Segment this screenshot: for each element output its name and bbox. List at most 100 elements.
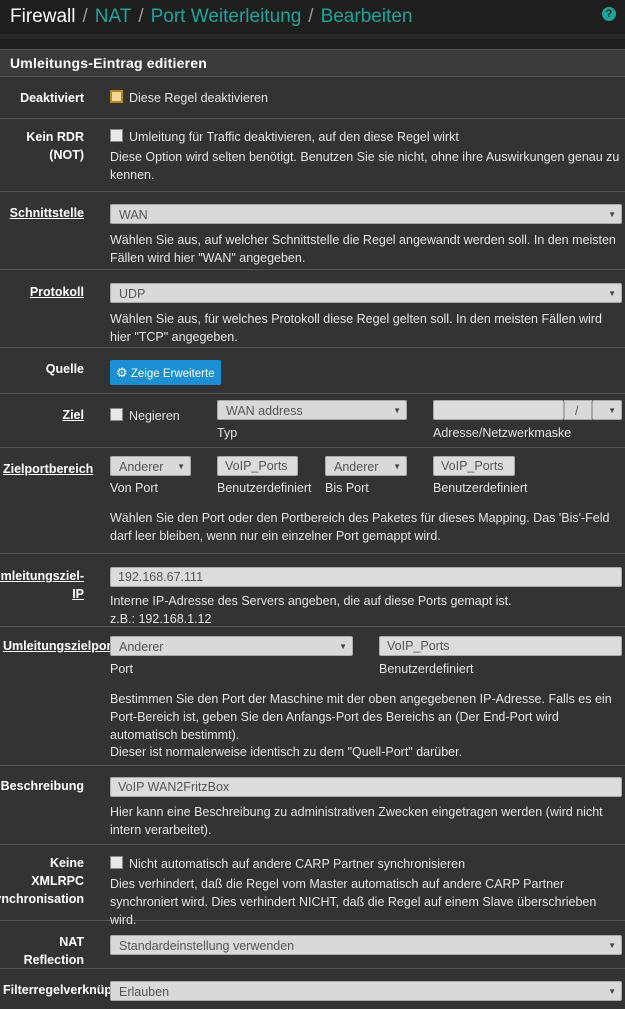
- row-protocol: Protokoll UDP ▼ Wählen Sie aus, für welch…: [0, 270, 625, 348]
- label-nosync-line2: XMLRPC: [31, 874, 84, 888]
- row-targetport: Umleitungszielport Anderer ▼ VoIP_Ports P…: [0, 627, 625, 766]
- breadcrumb-separator: /: [138, 6, 144, 27]
- protocol-value: UDP: [119, 287, 146, 301]
- targetport-select[interactable]: Anderer ▼: [110, 636, 353, 656]
- destination-invert-checkbox[interactable]: [110, 408, 123, 421]
- label-destination: Ziel: [62, 408, 84, 422]
- chevron-down-icon: ▼: [393, 406, 401, 415]
- targetport-custom-input[interactable]: VoIP_Ports: [379, 636, 622, 656]
- targetip-input[interactable]: 192.168.67.111: [110, 567, 622, 587]
- nordr-checkbox[interactable]: [110, 129, 123, 142]
- nordr-help: Diese Option wird selten benötigt. Benut…: [110, 150, 620, 182]
- filterrule-select[interactable]: Erlauben ▼: [110, 981, 622, 1001]
- top-bar: Firewall / NAT / Port Weiterleitung / Bearbeit…: [0, 0, 625, 34]
- label-dstport: Zielportbereich: [3, 462, 94, 476]
- natreflection-group: Standardeinstellung verwenden ▼: [110, 935, 622, 955]
- dstport-from-value: Anderer: [119, 460, 164, 474]
- targetip-group: 192.168.67.111 Interne IP-Adresse des Se…: [110, 567, 622, 628]
- show-advanced-button[interactable]: ⚙ Zeige Erweiterte: [110, 360, 221, 385]
- destination-type-value: WAN address: [226, 404, 303, 418]
- nordr-checkbox-label: Umleitung für Traffic deaktivieren, auf …: [129, 130, 459, 144]
- row-natreflection: NAT Reflection Standardeinstellung verwe…: [0, 921, 625, 969]
- disabled-checkbox-label: Diese Regel deaktivieren: [129, 91, 268, 105]
- dstport-to-custom-label: Benutzerdefiniert: [433, 481, 528, 495]
- label-disabled: Deaktiviert: [20, 91, 84, 105]
- descr-input[interactable]: VoIP WAN2FritzBox: [110, 777, 622, 797]
- protocol-help: Wählen Sie aus, für welches Protokoll di…: [110, 312, 602, 344]
- chevron-down-icon: ▼: [608, 210, 616, 219]
- label-targetip-line2: IP: [72, 587, 84, 601]
- label-nosync: Keine XMLRPC Synchronisation: [0, 854, 84, 908]
- nordr-group: Umleitung für Traffic deaktivieren, auf …: [110, 128, 622, 184]
- destination-slash: /: [564, 400, 592, 420]
- row-dstport: Zielportbereich Anderer ▼ VoIP_Ports Ande…: [0, 448, 625, 554]
- disabled-checkbox[interactable]: [110, 90, 123, 103]
- chevron-down-icon: ▼: [608, 406, 616, 415]
- natreflection-select[interactable]: Standardeinstellung verwenden ▼: [110, 935, 622, 955]
- chevron-down-icon: ▼: [608, 987, 616, 996]
- label-natreflection-line1: NAT: [59, 935, 84, 949]
- label-nosync-line1: Keine: [49, 856, 84, 870]
- targetport-value: Anderer: [119, 640, 164, 654]
- gear-icon: ⚙: [116, 365, 128, 380]
- row-interface: Schnittstelle WAN ▼ Wählen Sie aus, auf w…: [0, 192, 625, 270]
- descr-help: Hier kann eine Beschreibung zu administr…: [110, 805, 603, 837]
- label-natreflection: NAT Reflection: [0, 933, 84, 969]
- label-natreflection-line2: Reflection: [23, 953, 84, 967]
- breadcrumb-nat[interactable]: NAT: [95, 6, 132, 27]
- breadcrumb-port-forward[interactable]: Port Weiterleitung: [151, 6, 302, 27]
- label-targetip-line1: Umleitungsziel-: [0, 569, 84, 583]
- dstport-help: Wählen Sie den Port oder den Portbereich…: [110, 511, 610, 543]
- dstport-from-label: Von Port: [110, 481, 158, 495]
- interface-help: Wählen Sie aus, auf welcher Schnittstell…: [110, 233, 616, 265]
- dstport-from-custom-label: Benutzerdefiniert: [217, 481, 312, 495]
- label-interface: Schnittstelle: [9, 206, 84, 220]
- label-nordr-line1: Kein RDR: [26, 130, 84, 144]
- destination-mask-select[interactable]: ▼: [592, 400, 622, 420]
- dstport-to-select[interactable]: Anderer ▼: [325, 456, 407, 476]
- breadcrumb-separator: /: [82, 6, 88, 27]
- row-destination: Ziel Negieren WAN address ▼ Typ / ▼ Adres…: [0, 394, 625, 448]
- dstport-to-custom-input[interactable]: VoIP_Ports: [433, 456, 515, 476]
- help-icon[interactable]: ?: [602, 7, 616, 21]
- row-nosync: Keine XMLRPC Synchronisation Nicht autom…: [0, 845, 625, 927]
- chevron-down-icon: ▼: [393, 462, 401, 471]
- breadcrumb-edit[interactable]: Bearbeiten: [321, 6, 413, 27]
- targetip-example: z.B.: 192.168.1.12: [110, 612, 212, 626]
- label-targetport: Umleitungszielport: [3, 639, 116, 653]
- source-group: ⚙ Zeige Erweiterte: [110, 360, 622, 385]
- destination-address-input[interactable]: [433, 400, 564, 420]
- disabled-checkbox-group: Diese Regel deaktivieren: [110, 89, 622, 107]
- row-nordr: Kein RDR (NOT) Umleitung für Traffic dea…: [0, 119, 625, 192]
- label-source: Quelle: [45, 362, 84, 376]
- nosync-group: Nicht automatisch auf andere CARP Partne…: [110, 855, 622, 929]
- targetport-custom-label: Benutzerdefiniert: [379, 662, 474, 676]
- label-descr: Beschreibung: [0, 779, 84, 793]
- filterrule-group: Erlauben ▼: [110, 981, 622, 1001]
- targetport-port-label: Port: [110, 662, 133, 676]
- chevron-down-icon: ▼: [608, 941, 616, 950]
- show-advanced-label: Zeige Erweiterte: [130, 368, 215, 380]
- dstport-from-select[interactable]: Anderer ▼: [110, 456, 191, 476]
- nosync-checkbox[interactable]: [110, 856, 123, 869]
- row-disabled: Deaktiviert Diese Regel deaktivieren: [0, 77, 625, 119]
- form-panel: Deaktiviert Diese Regel deaktivieren Kei…: [0, 77, 625, 1009]
- dstport-from-custom-input[interactable]: VoIP_Ports: [217, 456, 298, 476]
- destination-invert: Negieren: [110, 407, 180, 425]
- interface-select[interactable]: WAN ▼: [110, 204, 622, 224]
- label-nordr: Kein RDR (NOT): [0, 128, 84, 164]
- panel-title: Umleitungs-Eintrag editieren: [0, 49, 625, 77]
- spacer: [0, 39, 625, 49]
- dstport-to-label: Bis Port: [325, 481, 369, 495]
- label-targetip: Umleitungsziel- IP: [0, 567, 84, 603]
- label-protocol: Protokoll: [29, 285, 84, 299]
- destination-address-label: Adresse/Netzwerkmaske: [433, 426, 572, 440]
- breadcrumb: Firewall / NAT / Port Weiterleitung / Bearbeit…: [0, 6, 412, 28]
- targetip-help: Interne IP-Adresse des Servers angeben, …: [110, 594, 512, 608]
- row-filterrule: Filterregelverknüpfung Erlauben ▼: [0, 969, 625, 1009]
- protocol-select[interactable]: UDP ▼: [110, 283, 622, 303]
- destination-type-select[interactable]: WAN address ▼: [217, 400, 407, 420]
- protocol-group: UDP ▼ Wählen Sie aus, für welches Protoko…: [110, 283, 622, 346]
- dstport-to-value: Anderer: [334, 460, 379, 474]
- row-descr: Beschreibung VoIP WAN2FritzBox Hier kann…: [0, 766, 625, 845]
